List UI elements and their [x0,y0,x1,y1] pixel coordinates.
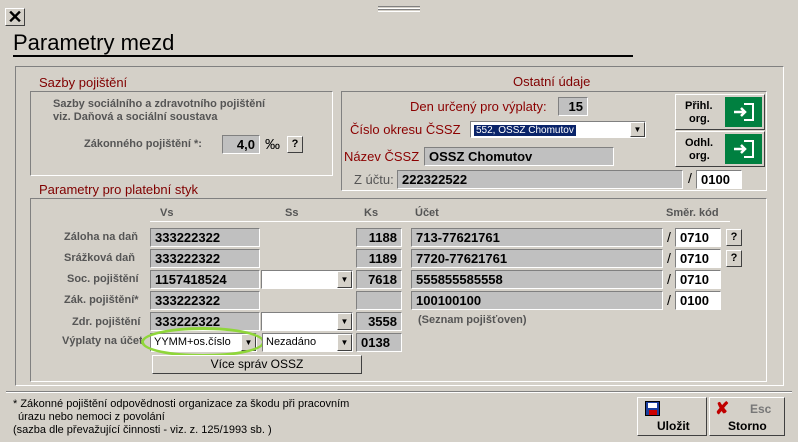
den-input[interactable]: 15 [558,97,588,116]
nazev-label: Název ČSSZ [344,149,420,164]
ks-input-srazkova[interactable]: 1189 [356,249,402,268]
platebni-heading: Parametry pro platební styk [39,182,198,197]
chevron-down-icon[interactable]: ▼ [630,122,645,137]
footer-divider [6,391,792,393]
prihl-label-1: Přihl. [685,100,713,112]
okres-label: Číslo okresu ČSSZ [350,122,461,137]
ks-input-zak[interactable] [356,291,402,310]
highlight-ring [141,327,265,357]
col-ucet: Účet [415,207,439,219]
ostatni-heading: Ostatní údaje [513,74,591,89]
sazby-heading: Sazby pojištění [39,75,128,90]
kod-help-srazkova[interactable]: ? [726,250,742,267]
kod-input-zaloha[interactable]: 0710 [675,228,721,247]
seznam-pojistoven-link[interactable]: (Seznam pojišťoven) [418,314,527,326]
odhl-org-button[interactable]: Odhl. org. [675,131,765,167]
ulozit-button[interactable]: Uložit [637,397,707,436]
slash-zaloha: / [667,229,671,245]
vs-input-zaloha[interactable]: 333222322 [150,228,260,247]
row-label-srazkova: Srážková daň [64,252,135,264]
col-vs: Vs [160,207,174,219]
drag-grip[interactable] [378,6,420,15]
ss-select-zdr[interactable]: ▼ [261,312,353,331]
nezadano-value: Nezadáno [266,336,317,348]
login-arrow-icon [725,97,762,127]
kod-input-soc[interactable]: 0710 [675,270,721,289]
close-button[interactable]: ✕ [5,8,25,26]
ucet-input-zak[interactable]: 100100100 [411,291,663,310]
ks-input-soc[interactable]: 7618 [356,270,402,289]
ucet-input-zaloha[interactable]: 713-77621761 [411,228,663,247]
nazev-input[interactable]: OSSZ Chomutov [424,147,614,166]
logout-arrow-icon [725,134,762,164]
chevron-down-icon[interactable]: ▼ [337,313,352,330]
nezadano-select[interactable]: Nezadáno ▼ [262,333,353,352]
zuctu-label: Z účtu: [354,172,394,187]
chevron-down-icon[interactable]: ▼ [337,334,352,351]
cancel-x-icon: ✘ [715,399,730,418]
zakonne-label: Zákonného pojištění *: [84,138,202,150]
titlebar: ✕ [0,0,798,26]
slash-soc: / [667,271,671,287]
footer-note-1: * Zákonné pojištění odpovědnosti organiz… [13,398,350,410]
ks-input-zaloha[interactable]: 1188 [356,228,402,247]
zuctu-slash: / [688,170,692,186]
vs-input-srazkova[interactable]: 333222322 [150,249,260,268]
vice-sprav-ossz-button[interactable]: Více správ OSSZ [152,355,362,374]
zuctu-kod-input[interactable]: 0100 [696,170,742,189]
prihl-org-button[interactable]: Přihl. org. [675,94,765,130]
vyplaty-label: Výplaty na účet [62,335,142,347]
esc-label: Esc [750,402,772,416]
ulozit-label: Uložit [657,419,690,433]
zakonne-input[interactable]: 4,0 [222,135,260,154]
close-icon: ✕ [7,7,23,27]
vs-input-zak[interactable]: 333222322 [150,291,260,310]
col-ks: Ks [364,207,379,219]
ss-select-soc[interactable]: ▼ [261,270,353,289]
footer-note-3: (sazba dle převažující činnosti - viz. z… [13,424,272,436]
odhl-label-2: org. [689,150,710,162]
ucet-input-srazkova[interactable]: 7720-77621761 [411,249,663,268]
odhl-label-1: Odhl. [685,137,714,149]
zuctu-input[interactable]: 222322522 [397,170,683,189]
storno-button[interactable]: ✘ Esc Storno [709,397,785,436]
zakonne-help-button[interactable]: ? [287,136,303,153]
save-disk-icon [645,401,660,416]
row-label-soc: Soc. pojištění [67,273,139,285]
platebni-group [30,198,767,382]
row-label-zak: Zák. pojištění* [64,294,139,306]
den-label: Den určený pro výplaty: [410,99,547,114]
kod-input-srazkova[interactable]: 0710 [675,249,721,268]
prihl-label-2: org. [689,113,710,125]
storno-label: Storno [728,419,767,433]
ks-input-vyplaty[interactable]: 0138 [356,333,402,352]
title-underline [13,55,633,57]
ks-input-zdr[interactable]: 3558 [356,312,402,331]
col-ss: Ss [285,207,299,219]
okres-value: 552, OSSZ Chomutov [474,125,576,136]
vice-sprav-label: Více správ OSSZ [210,357,304,371]
chevron-down-icon[interactable]: ▼ [337,271,352,288]
vs-input-soc[interactable]: 1157418524 [150,270,260,289]
okres-select[interactable]: 552, OSSZ Chomutov ▼ [470,121,646,138]
page-title: Parametry mezd [13,30,175,55]
sazby-desc-2: viz. Daňová a sociální soustava [53,111,218,123]
col-smer-kod: Směr. kód [666,207,719,219]
sazby-desc-1: Sazby sociálního a zdravotního pojištění [53,98,266,110]
kod-help-zaloha[interactable]: ? [726,229,742,246]
header-divider [150,221,730,222]
footer-note-2: úrazu nebo nemoci z povolání [18,411,165,423]
slash-zak: / [667,292,671,308]
row-label-zdr: Zdr. pojištění [72,316,141,328]
ucet-input-soc[interactable]: 555855585558 [411,270,663,289]
kod-input-zak[interactable]: 0100 [675,291,721,310]
permille-unit: ‰ [265,136,280,153]
row-label-zaloha: Záloha na daň [64,231,138,243]
slash-srazkova: / [667,250,671,266]
